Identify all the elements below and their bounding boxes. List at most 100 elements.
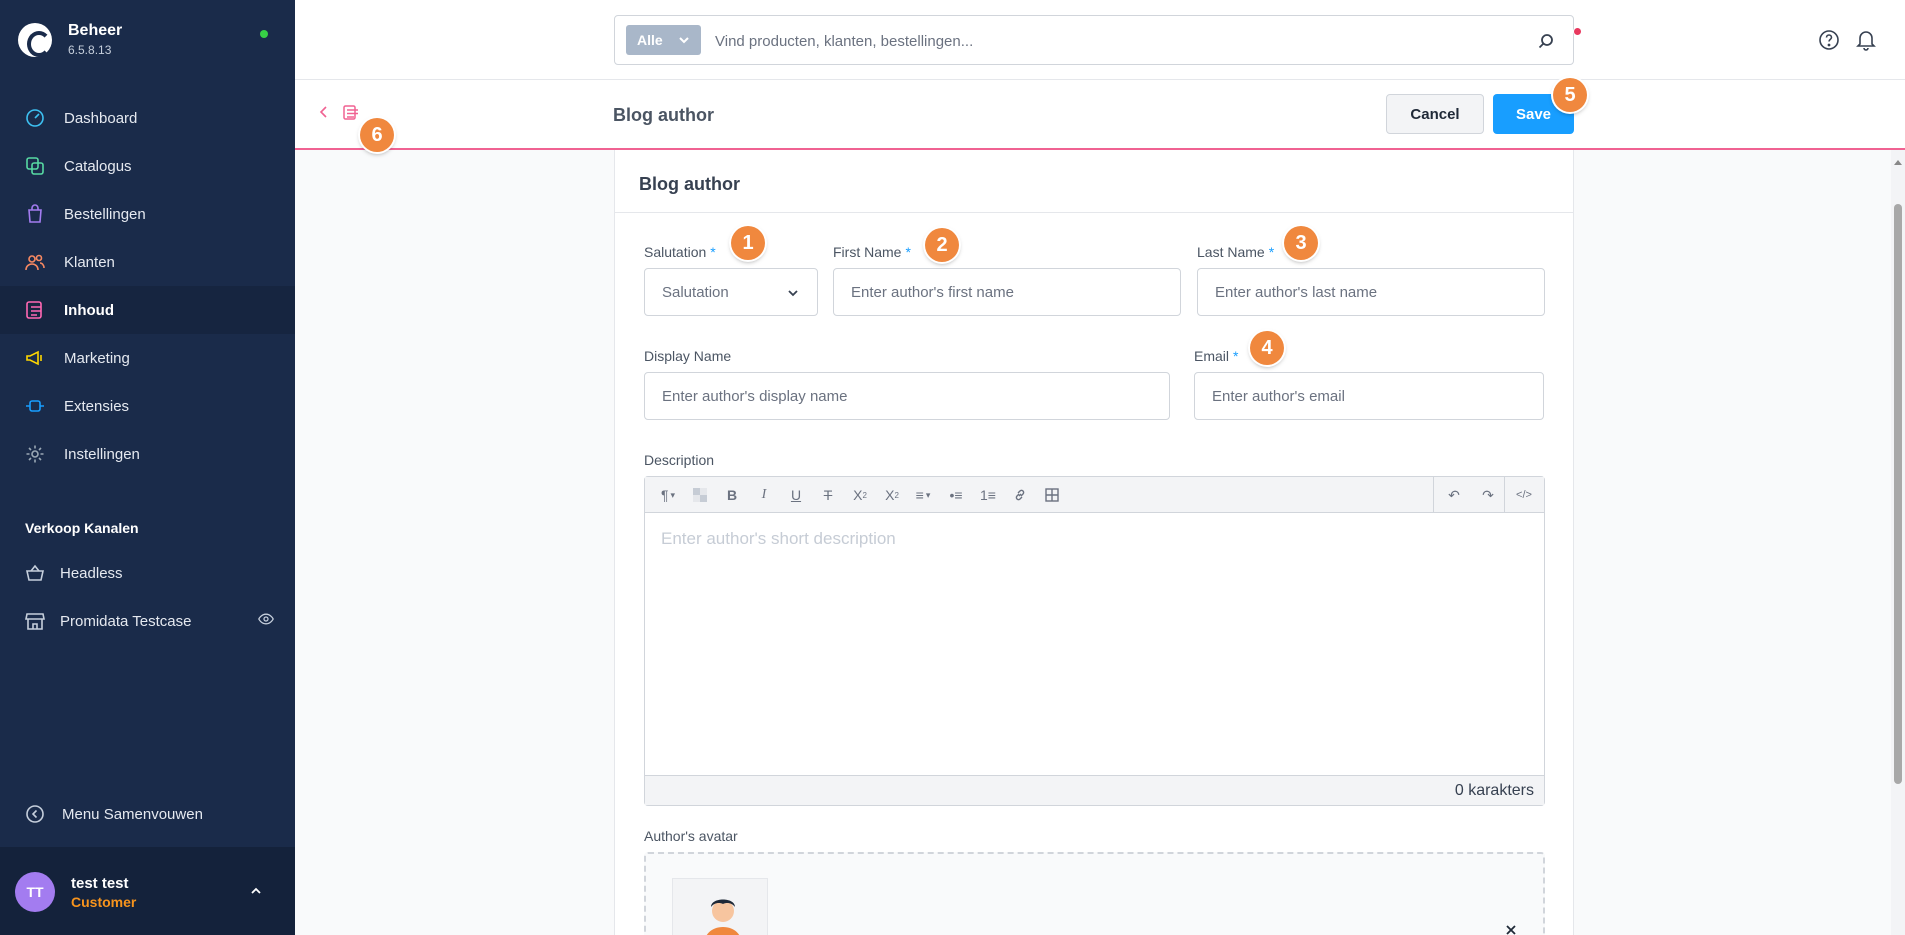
- global-search[interactable]: Alle: [614, 15, 1574, 65]
- catalogue-icon: [24, 155, 46, 177]
- sidebar-item-inhoud[interactable]: Inhoud: [0, 286, 295, 334]
- scrollbar[interactable]: [1891, 150, 1905, 935]
- undo-icon[interactable]: ↶: [1445, 486, 1463, 504]
- search-type-dropdown[interactable]: Alle: [626, 25, 701, 55]
- app-name: Beheer: [68, 22, 123, 39]
- content-icon: [343, 105, 358, 120]
- smart-bar: Blog author Cancel Save: [295, 80, 1905, 150]
- chevron-up-icon: [251, 887, 261, 894]
- sidebar-item-label: Klanten: [64, 253, 115, 271]
- help-icon[interactable]: [1818, 29, 1840, 51]
- sidebar-item-instellingen[interactable]: Instellingen: [0, 430, 295, 478]
- numbered-list-icon[interactable]: 1≡: [979, 486, 997, 504]
- collapse-menu-button[interactable]: Menu Samenvouwen: [24, 803, 203, 825]
- strikethrough-icon[interactable]: T: [819, 486, 837, 504]
- app-version: 6.5.8.13: [68, 43, 112, 57]
- scroll-up-arrow[interactable]: [1894, 160, 1902, 165]
- first-name-field[interactable]: [833, 268, 1181, 316]
- avatar-dropzone[interactable]: [644, 852, 1545, 935]
- sales-channel-label: Headless: [60, 564, 123, 582]
- user-menu[interactable]: TT test test Customer: [0, 847, 295, 935]
- salutation-value: Salutation: [662, 283, 729, 301]
- salutation-select[interactable]: Salutation: [644, 268, 818, 316]
- main-nav: Dashboard Catalogus Bestellingen Klanten…: [0, 94, 295, 478]
- last-name-field[interactable]: [1197, 268, 1545, 316]
- annotation-badge-5: 5: [1553, 78, 1587, 112]
- email-field[interactable]: [1194, 372, 1544, 420]
- sidebar-item-label: Marketing: [64, 349, 130, 367]
- search-input[interactable]: [715, 28, 1495, 54]
- card-title: Blog author: [639, 174, 740, 194]
- paragraph-format-icon[interactable]: ¶ ▾: [655, 486, 681, 504]
- description-textarea[interactable]: Enter author's short description: [661, 529, 896, 549]
- superscript-icon[interactable]: X2: [851, 486, 869, 504]
- sales-channels-title: Verkoop Kanalen: [25, 520, 139, 536]
- sidebar-item-extensies[interactable]: Extensies: [0, 382, 295, 430]
- dashboard-gauge-icon: [24, 107, 46, 129]
- online-status-dot: [260, 30, 268, 38]
- email-label: Email *: [1194, 348, 1239, 364]
- basket-icon: [24, 562, 46, 584]
- sidebar-item-label: Dashboard: [64, 109, 138, 127]
- gear-icon: [24, 443, 46, 465]
- avatar: TT: [15, 872, 55, 912]
- brand[interactable]: Beheer 6.5.8.13: [18, 22, 122, 57]
- description-label: Description: [644, 452, 715, 468]
- sidebar-item-marketing[interactable]: Marketing: [0, 334, 295, 382]
- subscript-icon[interactable]: X2: [883, 486, 901, 504]
- character-count: 0 karakters: [645, 775, 1544, 805]
- italic-icon[interactable]: I: [755, 486, 773, 504]
- redo-icon[interactable]: ↷: [1479, 486, 1497, 504]
- chevron-down-icon: [788, 290, 798, 297]
- plugin-icon: [24, 395, 46, 417]
- sales-channel-label: Promidata Testcase: [60, 612, 192, 630]
- storefront-icon: [24, 610, 46, 632]
- sidebar-item-label: Extensies: [64, 397, 130, 415]
- sidebar-item-label: Inhoud: [64, 301, 114, 319]
- avatar-preview-image: [672, 878, 768, 935]
- sidebar-item-klanten[interactable]: Klanten: [0, 238, 295, 286]
- toolbar-separator: [1504, 477, 1505, 513]
- table-icon[interactable]: [1043, 486, 1061, 504]
- sidebar-item-catalogus[interactable]: Catalogus: [0, 142, 295, 190]
- align-icon[interactable]: ≡ ▾: [909, 486, 937, 504]
- cancel-button[interactable]: Cancel: [1386, 94, 1484, 134]
- display-name-field[interactable]: [644, 372, 1170, 420]
- customers-icon: [24, 251, 46, 273]
- content-icon: [24, 299, 46, 321]
- search-icon[interactable]: [1537, 32, 1555, 50]
- notification-dot: [1573, 27, 1582, 36]
- eye-icon[interactable]: [258, 611, 274, 631]
- card-divider: [615, 212, 1573, 213]
- annotation-badge-4: 4: [1250, 331, 1284, 365]
- underline-icon[interactable]: U: [787, 486, 805, 504]
- sales-channel-promidata-testcase[interactable]: Promidata Testcase: [24, 606, 274, 636]
- bell-icon[interactable]: [1854, 28, 1878, 52]
- collapse-label: Menu Samenvouwen: [62, 805, 203, 823]
- sidebar-item-label: Catalogus: [64, 157, 132, 175]
- sidebar-item-label: Instellingen: [64, 445, 140, 463]
- annotation-badge-2: 2: [925, 228, 959, 262]
- scroll-thumb[interactable]: [1894, 204, 1902, 784]
- toolbar-separator: [1433, 477, 1434, 513]
- code-view-icon[interactable]: </>: [1515, 486, 1533, 504]
- chevron-down-icon: [679, 37, 689, 44]
- search-type-label: Alle: [637, 32, 663, 48]
- annotation-badge-6: 6: [360, 118, 394, 152]
- sidebar-item-bestellingen[interactable]: Bestellingen: [0, 190, 295, 238]
- shopping-bag-icon: [24, 203, 46, 225]
- sidebar-item-dashboard[interactable]: Dashboard: [0, 94, 295, 142]
- annotation-badge-1: 1: [731, 226, 765, 260]
- user-name: test test: [71, 875, 129, 892]
- bold-icon[interactable]: B: [723, 486, 741, 504]
- page-title: Blog author: [613, 105, 714, 125]
- sales-channel-headless[interactable]: Headless: [24, 558, 274, 588]
- link-icon[interactable]: [1011, 486, 1029, 504]
- bullet-list-icon[interactable]: •≡: [947, 486, 965, 504]
- text-color-icon[interactable]: [691, 486, 709, 504]
- megaphone-icon: [24, 347, 46, 369]
- annotation-badge-3: 3: [1284, 226, 1318, 260]
- chevron-left-icon[interactable]: [316, 104, 332, 120]
- close-icon[interactable]: [1505, 924, 1517, 935]
- sidebar: Beheer 6.5.8.13 Dashboard Catalogus Best…: [0, 0, 295, 935]
